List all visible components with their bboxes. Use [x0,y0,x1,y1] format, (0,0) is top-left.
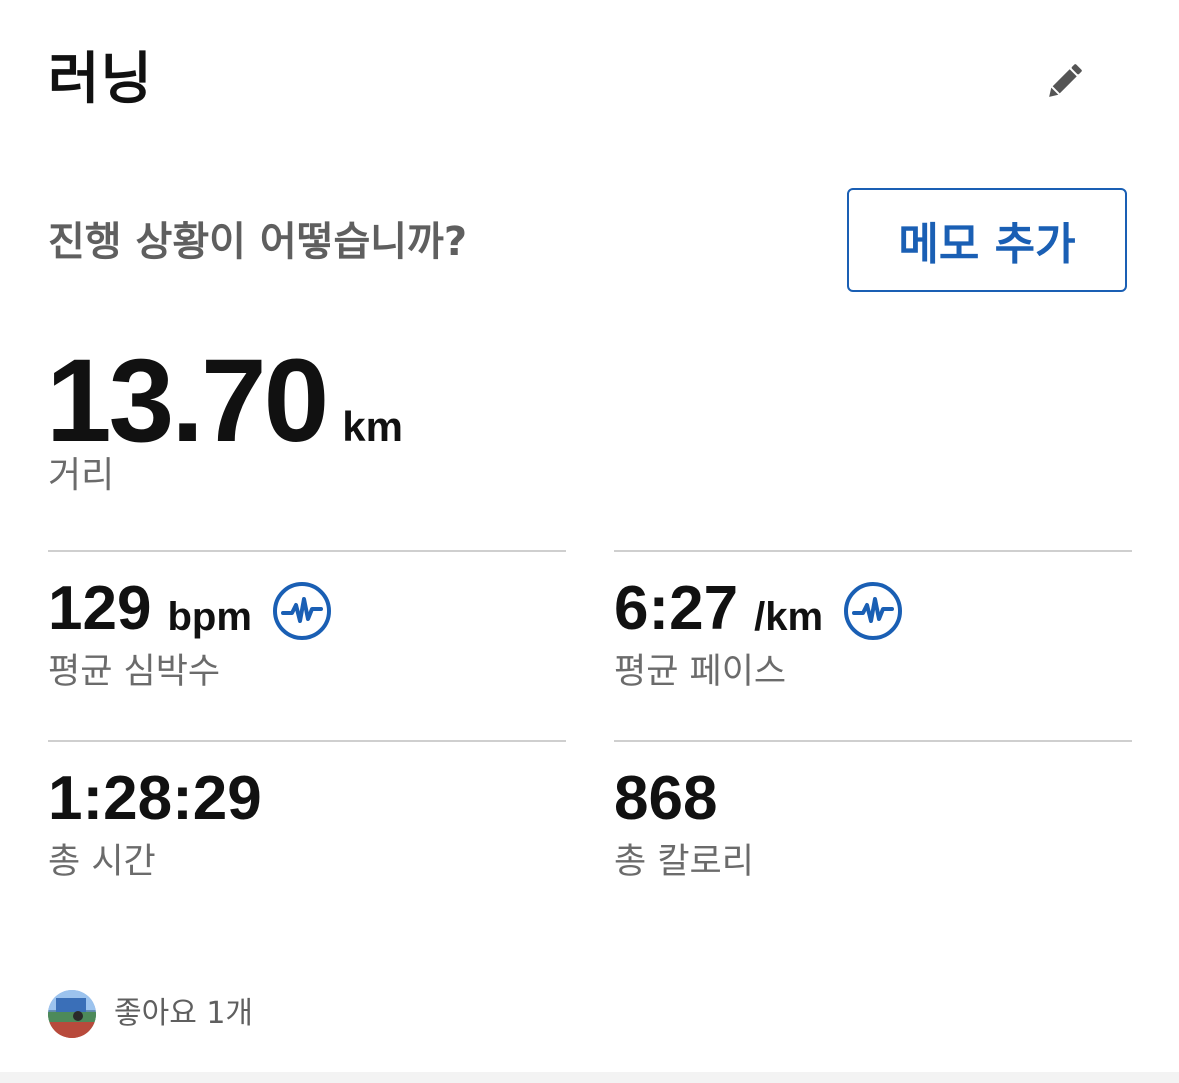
distance-unit: km [342,403,403,450]
pace-zone-icon[interactable] [843,581,903,641]
stat-avg-pace: 6:27 /km 평균 페이스 [614,550,1132,722]
activity-card: 러닝 진행 상황이 어떻습니까? 메모 추가 13.70 km 거리 129 b… [0,0,1179,1083]
stat-label: 총 칼로리 [614,842,754,882]
stat-value: 6:27 [614,574,739,643]
pencil-icon [1049,64,1082,97]
stat-unit: bpm [167,594,252,639]
card-bottom-divider [0,1072,1179,1083]
stat-label: 총 시간 [48,842,156,882]
avatar-photo-icon [48,990,96,1038]
heart-rate-zone-icon[interactable] [272,581,332,641]
avatar[interactable] [48,990,96,1038]
stat-value: 1:28:29 [48,764,262,833]
stat-value: 868 [614,764,718,833]
activity-title: 러닝 [48,47,154,112]
likes-count[interactable]: 좋아요 1개 [114,990,253,1038]
stat-total-calories: 868 총 칼로리 [614,740,1132,912]
stat-label: 평균 심박수 [48,652,221,692]
add-memo-button[interactable]: 메모 추가 [847,188,1127,292]
distance-label: 거리 [48,455,115,496]
edit-button[interactable] [1036,56,1092,108]
stat-avg-heart-rate: 129 bpm 평균 심박수 [48,550,566,722]
progress-question: 진행 상황이 어떻습니까? [48,219,468,265]
stat-total-time: 1:28:29 총 시간 [48,740,566,912]
likes-row[interactable]: 좋아요 1개 [48,990,253,1038]
stat-unit: /km [754,594,824,639]
stat-label: 평균 페이스 [614,652,787,692]
stat-value: 129 [48,574,152,643]
distance-metric: 13.70 km [46,336,403,466]
distance-value: 13.70 [46,335,329,467]
